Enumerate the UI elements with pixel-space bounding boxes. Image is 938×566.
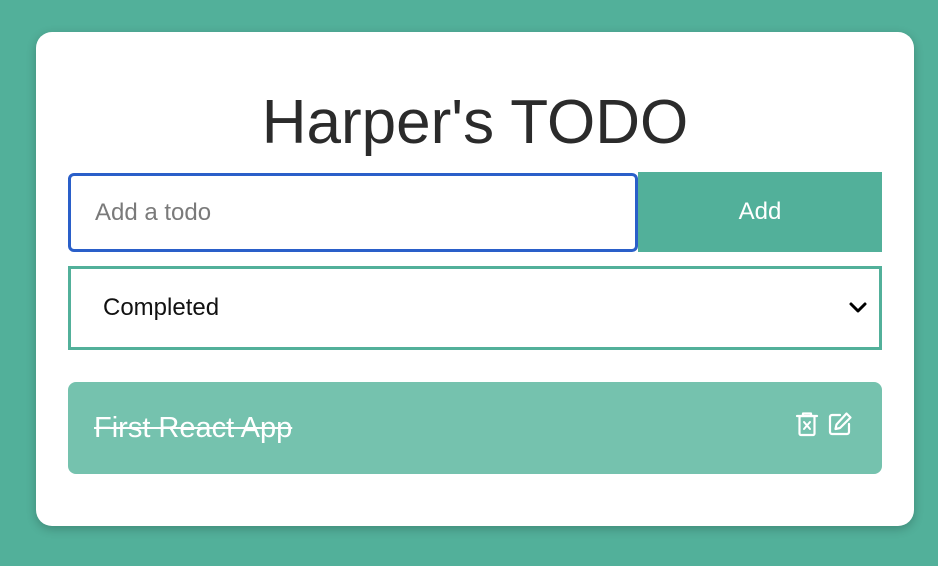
chevron-down-icon (847, 297, 869, 319)
add-button[interactable]: Add (638, 172, 882, 252)
todo-card: Harper's TODO Add Completed First React … (36, 32, 914, 526)
trash-icon[interactable] (794, 410, 822, 440)
todo-item: First React App (68, 382, 882, 474)
filter-selected-value: Completed (103, 294, 220, 321)
page-title: Harper's TODO (261, 88, 689, 157)
todo-input[interactable] (68, 173, 638, 252)
edit-icon[interactable] (826, 410, 854, 440)
filter-select[interactable]: Completed (68, 266, 882, 350)
todo-text[interactable]: First React App (94, 382, 292, 474)
